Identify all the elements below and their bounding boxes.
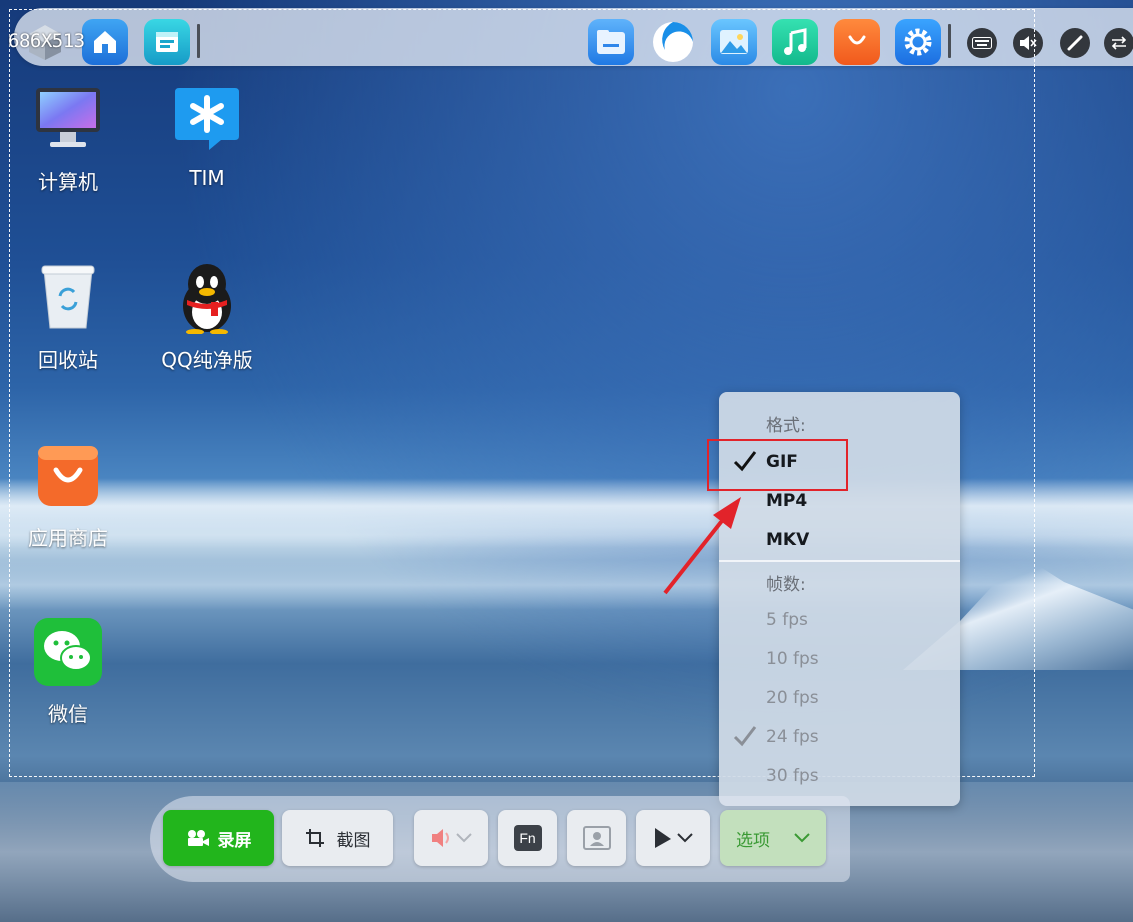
format-option-mkv[interactable]: MKV — [719, 522, 960, 556]
desktop-icon-label: 应用商店 — [28, 526, 108, 550]
tray-separator — [948, 24, 951, 58]
computer-monitor-icon — [32, 84, 104, 156]
fps-option-5[interactable]: 5 fps — [719, 602, 960, 636]
fps-option-label: 10 fps — [766, 649, 819, 669]
settings-gear-icon[interactable] — [895, 19, 941, 65]
chevron-down-icon — [677, 833, 693, 843]
desktop-icon-label: 计算机 — [38, 170, 98, 194]
wallpaper-clouds-lower — [0, 560, 1133, 610]
fps-option-label: 20 fps — [766, 688, 819, 708]
keyboard-icon[interactable] — [967, 28, 997, 58]
fn-key-icon: Fn — [513, 825, 542, 851]
app-store-dock-icon[interactable] — [834, 19, 880, 65]
chevron-down-icon — [456, 833, 472, 843]
checkmark-icon — [733, 726, 757, 747]
fps-header: 帧数: — [766, 575, 806, 595]
format-header: 格式: — [766, 416, 806, 436]
pen-icon[interactable] — [1060, 28, 1090, 58]
desktop-icon-label: QQ纯净版 — [161, 348, 253, 372]
annotation-arrow-icon — [663, 497, 741, 595]
music-player-icon[interactable] — [772, 19, 818, 65]
desktop-icon-qq[interactable]: QQ纯净版 — [147, 262, 267, 373]
switch-arrows-icon[interactable] — [1104, 28, 1133, 58]
fps-option-label: 30 fps — [766, 766, 819, 786]
options-button-label: 选项 — [736, 830, 770, 851]
record-button-label: 录屏 — [217, 830, 252, 851]
file-manager-icon[interactable] — [588, 19, 634, 65]
desktop-icon-wechat[interactable]: 微信 — [8, 616, 128, 727]
menu-divider — [719, 560, 960, 562]
wechat-icon — [32, 616, 104, 688]
fps-option-30[interactable]: 30 fps — [719, 758, 960, 792]
qq-penguin-icon — [171, 262, 243, 335]
tim-icon — [171, 84, 243, 156]
desktop-icon-recycle-bin[interactable]: 回收站 — [8, 262, 128, 373]
crop-icon — [305, 829, 324, 847]
cursor-icon — [655, 828, 671, 848]
browser-icon[interactable] — [650, 19, 696, 65]
dock-separator — [197, 24, 200, 58]
annotation-highlight-box — [707, 439, 848, 491]
chevron-down-icon — [794, 833, 810, 843]
fps-option-label: 5 fps — [766, 610, 808, 630]
shopping-bag-icon — [32, 440, 104, 512]
desktop-icon-label: 微信 — [48, 702, 88, 726]
speaker-icon — [432, 829, 449, 847]
fn-key-label: Fn — [519, 830, 536, 846]
selection-dimension-label: 686X513 — [8, 30, 85, 52]
top-dock — [14, 8, 1133, 66]
webcam-portrait-icon — [582, 826, 611, 850]
volume-muted-icon[interactable] — [1013, 28, 1043, 58]
fn-key-button[interactable]: Fn — [498, 810, 557, 866]
desktop-icon-app-store[interactable]: 应用商店 — [8, 440, 128, 551]
desktop-icon-label: 回收站 — [38, 348, 98, 372]
record-button[interactable]: 录屏 — [163, 810, 274, 866]
desktop-icon-label: TIM — [189, 166, 225, 190]
fps-option-10[interactable]: 10 fps — [719, 641, 960, 675]
desktop-icon-computer[interactable]: 计算机 — [8, 84, 128, 195]
fps-option-label: 24 fps — [766, 727, 819, 747]
options-dropdown-button[interactable]: 选项 — [720, 810, 826, 866]
wallpaper-clouds — [0, 478, 1133, 548]
image-viewer-icon[interactable] — [711, 19, 757, 65]
desktop-icon-tim[interactable]: TIM — [147, 84, 267, 190]
screenshot-button[interactable]: 截图 — [282, 810, 393, 866]
fps-option-24[interactable]: 24 fps — [719, 719, 960, 753]
format-option-label: MP4 — [766, 491, 808, 511]
cursor-dropdown-button[interactable] — [636, 810, 710, 866]
home-icon[interactable] — [82, 19, 128, 65]
format-option-label: MKV — [766, 530, 810, 550]
trash-bin-icon — [32, 262, 104, 334]
camera-overlay-button[interactable] — [567, 810, 626, 866]
screenshot-button-label: 截图 — [336, 830, 371, 851]
video-camera-icon — [187, 830, 209, 846]
multitask-view-icon[interactable] — [144, 19, 190, 65]
audio-dropdown-button[interactable] — [414, 810, 488, 866]
fps-option-20[interactable]: 20 fps — [719, 680, 960, 714]
